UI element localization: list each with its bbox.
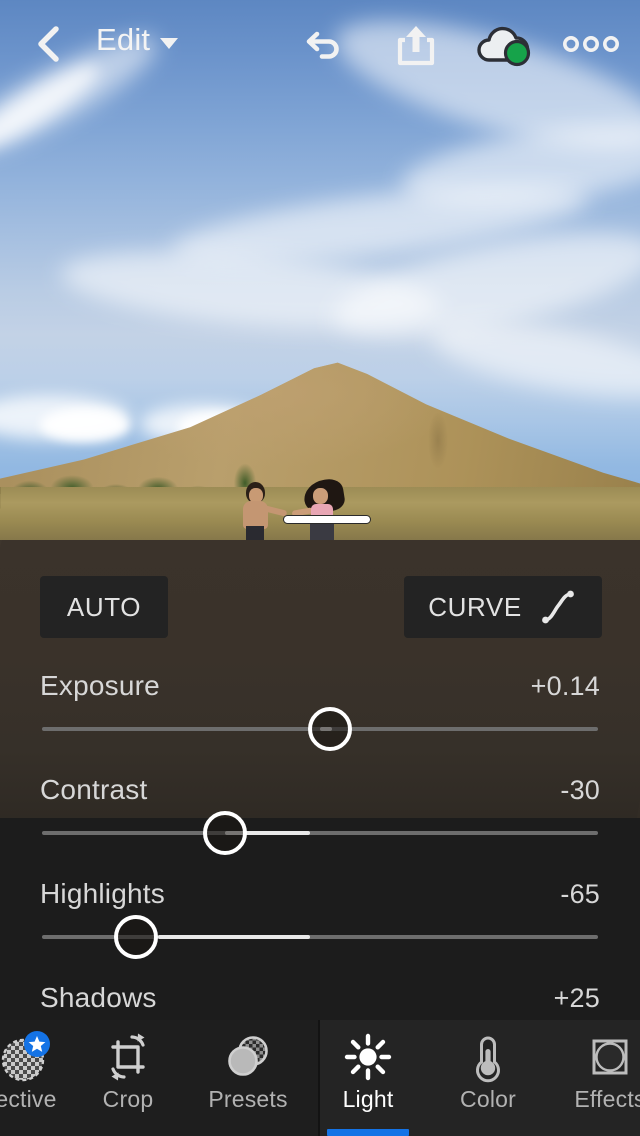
slider-label: Highlights bbox=[40, 878, 165, 910]
slider-fill bbox=[158, 935, 310, 939]
tab-light[interactable]: Light bbox=[308, 1020, 428, 1136]
edit-mode-dropdown[interactable]: Edit bbox=[96, 22, 179, 58]
sync-status-dot bbox=[506, 42, 529, 65]
thermometer-icon bbox=[461, 1028, 515, 1086]
slider-label: Shadows bbox=[40, 982, 157, 1014]
auto-button-label: AUTO bbox=[67, 592, 141, 623]
tab-label: ective bbox=[0, 1086, 57, 1113]
sun-icon bbox=[341, 1028, 395, 1086]
bottom-tab-bar: ective Crop bbox=[0, 1020, 640, 1136]
cumulus-cloud bbox=[40, 408, 130, 442]
person-left bbox=[238, 482, 274, 540]
share-button[interactable] bbox=[388, 16, 444, 74]
more-horizontal-icon bbox=[563, 35, 619, 53]
crop-rotate-icon bbox=[101, 1028, 155, 1086]
slider-label: Contrast bbox=[40, 774, 147, 806]
curve-button[interactable]: CURVE bbox=[404, 576, 602, 638]
overflow-menu-button[interactable] bbox=[560, 24, 622, 64]
curve-button-label: CURVE bbox=[428, 592, 522, 623]
tab-crop[interactable]: Crop bbox=[68, 1020, 188, 1136]
share-export-icon bbox=[396, 23, 436, 67]
cloud-sync-icon bbox=[473, 22, 535, 68]
top-toolbar: Edit bbox=[0, 0, 640, 90]
undo-button[interactable] bbox=[298, 18, 352, 72]
slider-handle[interactable] bbox=[203, 811, 247, 855]
caret-down-icon bbox=[159, 37, 179, 50]
tone-curve-icon bbox=[538, 587, 578, 627]
tab-label: Light bbox=[343, 1086, 394, 1113]
auto-button[interactable]: AUTO bbox=[40, 576, 168, 638]
slider-handle[interactable] bbox=[114, 915, 158, 959]
tab-label: Presets bbox=[208, 1086, 287, 1113]
selective-edit-icon bbox=[0, 1028, 53, 1086]
tab-effects[interactable]: Effects bbox=[550, 1020, 640, 1136]
back-button[interactable] bbox=[22, 18, 74, 70]
tab-label: Crop bbox=[103, 1086, 154, 1113]
cloud-sync-button[interactable] bbox=[472, 18, 536, 72]
page-title: Edit bbox=[96, 22, 150, 58]
person-right bbox=[302, 482, 346, 540]
tab-label: Color bbox=[460, 1086, 516, 1113]
slider-contrast[interactable]: Contrast -30 bbox=[0, 760, 640, 864]
undo-arrow-icon bbox=[305, 28, 345, 62]
slider-value: +25 bbox=[554, 983, 600, 1014]
slider-value: -30 bbox=[560, 775, 600, 806]
slider-value: -65 bbox=[560, 879, 600, 910]
panel-drag-handle[interactable] bbox=[283, 515, 371, 524]
slider-value: +0.14 bbox=[531, 671, 600, 702]
slider-label: Exposure bbox=[40, 670, 160, 702]
tab-color[interactable]: Color bbox=[428, 1020, 548, 1136]
panel-action-buttons: AUTO CURVE bbox=[0, 576, 640, 638]
presets-icon bbox=[221, 1028, 275, 1086]
tab-label: Effects bbox=[574, 1086, 640, 1113]
lightroom-edit-screen: Edit bbox=[0, 0, 640, 1136]
slider-exposure[interactable]: Exposure +0.14 bbox=[0, 656, 640, 760]
tab-presets[interactable]: Presets bbox=[188, 1020, 308, 1136]
slider-highlights[interactable]: Highlights -65 bbox=[0, 864, 640, 968]
chevron-left-icon bbox=[33, 24, 63, 64]
vignette-icon bbox=[583, 1028, 637, 1086]
active-tab-indicator bbox=[327, 1129, 409, 1136]
slider-track[interactable] bbox=[42, 831, 598, 835]
slider-handle[interactable] bbox=[308, 707, 352, 751]
